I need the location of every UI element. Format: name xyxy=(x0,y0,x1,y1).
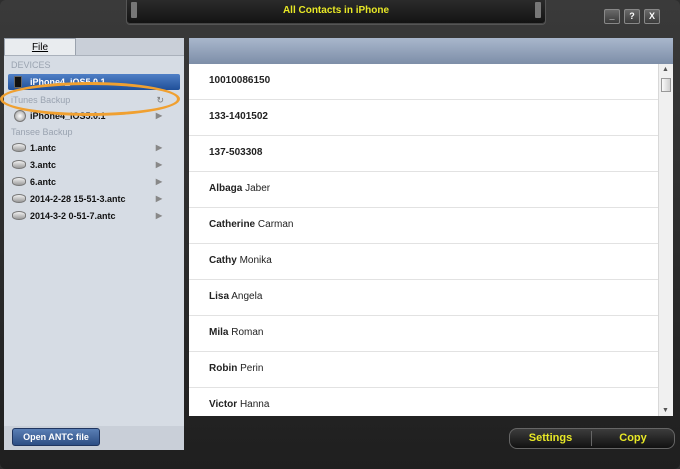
title-bar[interactable]: All Contacts in iPhone _ ? X xyxy=(0,0,680,30)
contact-first-name: Catherine xyxy=(209,219,256,230)
disk-icon xyxy=(12,143,26,152)
copy-button[interactable]: Copy xyxy=(592,429,674,448)
window-title: All Contacts in iPhone xyxy=(282,5,390,16)
device-list: DEVICES iPhone4_iOS5.0.1 iTunes Backup ↻… xyxy=(0,55,184,426)
disk-icon xyxy=(12,160,26,169)
app-window: All Contacts in iPhone _ ? X File DEVICE… xyxy=(0,0,680,469)
contact-last-name: Perin xyxy=(240,363,264,374)
scroll-thumb[interactable] xyxy=(661,78,671,92)
backup-file-item[interactable]: 1.antc ▶ xyxy=(8,140,180,156)
contact-last-name: Angela xyxy=(231,291,263,302)
scroll-down-icon[interactable]: ▼ xyxy=(662,407,669,414)
backup-file-label: 1.antc xyxy=(30,143,57,153)
contact-row[interactable]: Lisa Angela xyxy=(189,280,658,316)
contact-first-name: Lisa xyxy=(209,291,230,302)
contact-first-name: Cathy xyxy=(209,255,237,266)
contact-last-name: Hanna xyxy=(239,399,270,410)
close-button[interactable]: X xyxy=(644,9,660,24)
devices-section-label: DEVICES xyxy=(11,60,51,70)
contact-first-name: Robin xyxy=(209,363,238,374)
backup-file-item[interactable]: 3.antc ▶ xyxy=(8,157,180,173)
contact-first-name: 137-503308 xyxy=(209,147,263,158)
scroll-up-icon[interactable]: ▲ xyxy=(662,66,669,73)
expand-arrow-icon[interactable]: ▶ xyxy=(156,177,162,186)
backup-file-label: 3.antc xyxy=(30,160,57,170)
contact-first-name: Albaga xyxy=(209,183,243,194)
title-plate: All Contacts in iPhone xyxy=(126,0,546,25)
file-menu[interactable]: File xyxy=(4,38,76,56)
contact-row[interactable]: Mila Roman xyxy=(189,316,658,352)
contacts-panel: 10010086150 133-1401502 137-503308 Albag… xyxy=(189,38,673,416)
expand-arrow-icon[interactable]: ▶ xyxy=(156,160,162,169)
backup-file-label: 2014-2-28 15-51-3.antc xyxy=(30,194,126,204)
contact-row[interactable]: 133-1401502 xyxy=(189,100,658,136)
contact-row[interactable]: Albaga Jaber xyxy=(189,172,658,208)
contact-first-name: 133-1401502 xyxy=(209,111,268,122)
disk-icon xyxy=(12,194,26,203)
contact-row[interactable]: Victor Hanna xyxy=(189,388,658,416)
open-antc-button[interactable]: Open ANTC file xyxy=(12,428,100,446)
contact-first-name: Victor xyxy=(209,399,238,410)
contact-row[interactable]: 137-503308 xyxy=(189,136,658,172)
settings-button[interactable]: Settings xyxy=(510,429,591,448)
contact-last-name: Monika xyxy=(239,255,272,266)
action-button-group: Settings Copy xyxy=(509,428,675,449)
itunes-icon xyxy=(14,110,26,122)
expand-arrow-icon[interactable]: ▶ xyxy=(156,111,162,120)
contact-first-name: Mila xyxy=(209,327,229,338)
sidebar: File DEVICES iPhone4_iOS5.0.1 iTunes Bac… xyxy=(0,38,184,450)
contact-row[interactable]: Cathy Monika xyxy=(189,244,658,280)
contact-last-name: Roman xyxy=(231,327,264,338)
backup-file-item[interactable]: 6.antc ▶ xyxy=(8,174,180,190)
expand-arrow-icon[interactable]: ▶ xyxy=(156,194,162,203)
contact-row[interactable]: Catherine Carman xyxy=(189,208,658,244)
iphone-icon xyxy=(14,76,22,88)
contact-row[interactable]: 10010086150 xyxy=(189,64,658,100)
expand-arrow-icon[interactable]: ▶ xyxy=(156,143,162,152)
disk-icon xyxy=(12,211,26,220)
minimize-button[interactable]: _ xyxy=(604,9,620,24)
contact-last-name: Carman xyxy=(257,219,294,230)
contact-last-name: Jaber xyxy=(245,183,271,194)
contact-first-name: 10010086150 xyxy=(209,75,271,86)
disk-icon xyxy=(12,177,26,186)
backup-file-label: 2014-3-2 0-51-7.antc xyxy=(30,211,116,221)
contact-list: 10010086150 133-1401502 137-503308 Albag… xyxy=(189,64,658,416)
expand-arrow-icon[interactable]: ▶ xyxy=(156,211,162,220)
contact-row[interactable]: Robin Perin xyxy=(189,352,658,388)
contacts-header xyxy=(189,38,673,64)
highlight-annotation xyxy=(0,82,180,116)
backup-file-item[interactable]: 2014-3-2 0-51-7.antc ▶ xyxy=(8,208,180,224)
backup-file-item[interactable]: 2014-2-28 15-51-3.antc ▶ xyxy=(8,191,180,207)
help-button[interactable]: ? xyxy=(624,9,640,24)
backup-file-label: 6.antc xyxy=(30,177,57,187)
tansee-section-label: Tansee Backup xyxy=(11,127,73,137)
scrollbar[interactable]: ▲ ▼ xyxy=(658,64,673,416)
